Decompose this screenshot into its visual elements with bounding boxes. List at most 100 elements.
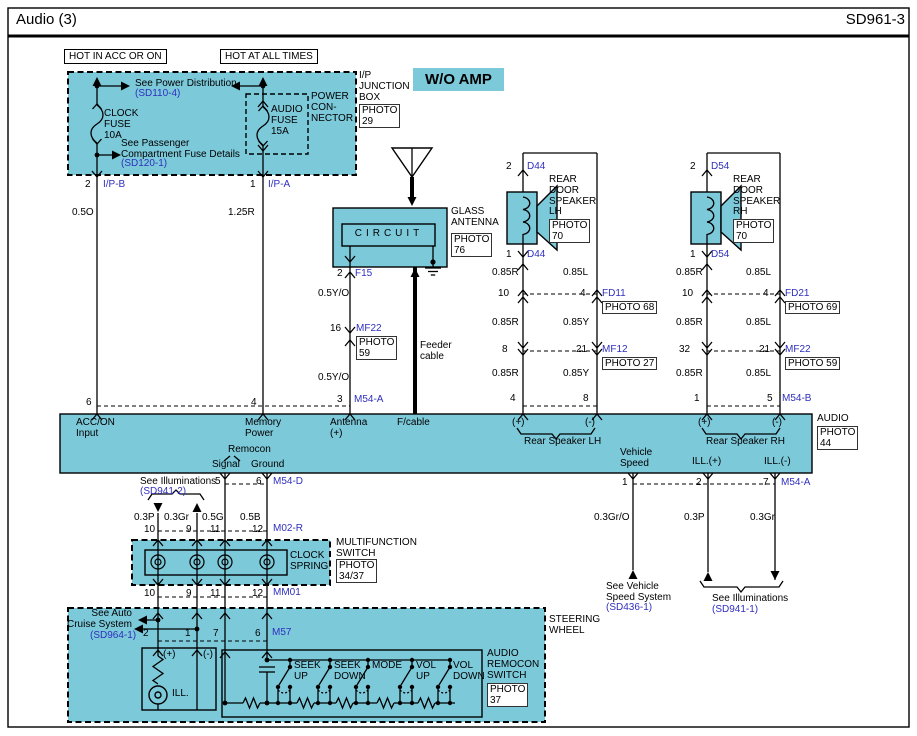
feeder-cable-label: Feeder cable (420, 340, 452, 362)
lower-right-graphics (628, 473, 784, 594)
pin-label: 9 (186, 588, 192, 599)
pin-label: 12 (252, 588, 264, 599)
pin-label: 6 (256, 476, 262, 487)
audio-remocon-switch-label: AUDIO REMOCON SWITCH (487, 648, 540, 681)
see-auto-cruise-label: See Auto Cruise System (66, 608, 132, 630)
ill-plus-label: ILL.(+) (692, 456, 722, 467)
photo-34-37-box: PHOTO 34/37 (336, 559, 378, 584)
pin-label: 32 (679, 344, 691, 355)
steering-wheel-label: STEERING WHEEL (549, 614, 601, 636)
plus-label: (+) (163, 649, 176, 660)
signal-label: Signal (212, 459, 240, 470)
wire-label: 0.3Gr/O (594, 512, 630, 523)
illum-brace (699, 580, 784, 594)
power-connector-label: POWER CON- NECTOR (311, 91, 354, 124)
pin-label: 8 (502, 344, 508, 355)
pin-label: 10 (682, 288, 694, 299)
pin-label: 5 (767, 393, 773, 404)
photo-59-box: PHOTO 59 (785, 357, 841, 371)
ill-minus-label: ILL.(-) (764, 456, 791, 467)
mode-label: MODE (372, 660, 402, 671)
page-code: SD961-3 (845, 11, 905, 28)
clock-fuse-label: CLOCK FUSE 10A (104, 108, 139, 141)
wire-label: 0.85Y (563, 317, 590, 328)
memory-power-label: Memory Power (245, 417, 282, 439)
ill-label: ILL. (172, 688, 189, 699)
see-auto-cruise-ref: (SD964-1) (90, 630, 137, 641)
pin-label: 2 (85, 179, 91, 190)
photo-27-box: PHOTO 27 (602, 357, 658, 371)
wire-label: 0.3Gr (164, 512, 190, 523)
pin-label: 11 (210, 524, 221, 535)
clock-spring-label: CLOCK SPRING (290, 550, 329, 572)
wire-label: 0.85L (746, 368, 772, 379)
pin-label: 1 (185, 628, 191, 639)
hot-acc-label: HOT IN ACC OR ON (64, 49, 167, 64)
speaker-lh-name: REAR DOOR SPEAKER LH (549, 174, 597, 218)
pin-label: 21 (576, 344, 588, 355)
connector-label: M57 (272, 627, 292, 638)
photo-69-box: PHOTO 69 (785, 301, 841, 315)
pin-label: 10 (144, 524, 156, 535)
wire-label: 0.85R (676, 267, 703, 278)
lh-minus-label: (-) (585, 417, 595, 428)
seek-up-label: SEEK UP (294, 660, 321, 682)
circuit-label: CIRCUIT (354, 228, 424, 239)
pin-label: 1 (250, 179, 256, 190)
pin-label: 6 (86, 397, 92, 408)
connector-label: MF22 (356, 323, 382, 334)
ip-junction-label: I/P JUNCTION BOX (359, 70, 410, 103)
remocon-label: Remocon (228, 444, 271, 455)
rear-speaker-lh-label: Rear Speaker LH (524, 436, 602, 447)
pin-label: 21 (759, 344, 771, 355)
see-illuminations-ref: (SD941-1) (712, 604, 759, 615)
wire-label: 0.85L (746, 317, 772, 328)
photo-70-box: PHOTO 70 (549, 219, 591, 244)
pin-label: 9 (186, 524, 192, 535)
pin-label: 1 (694, 393, 700, 404)
pin-label: 1 (506, 249, 512, 260)
wire-label: 0.85R (492, 368, 519, 379)
glass-antenna-label: GLASS ANTENNA (451, 206, 499, 228)
wire-label: 0.85L (563, 267, 589, 278)
pin-label: 10 (144, 588, 156, 599)
connector-label: M54-A (354, 394, 384, 405)
connector-label: D54 (711, 249, 730, 260)
wire-label: 0.85R (492, 267, 519, 278)
see-illuminations-ref: (SD941-2) (140, 486, 187, 497)
wire-label: 1.25R (228, 207, 255, 218)
pin-label: 16 (330, 323, 342, 334)
connector-label: I/P-A (268, 179, 291, 190)
see-power-distribution-ref: (SD110-4) (135, 88, 181, 99)
speaker-rh-name: REAR DOOR SPEAKER RH (733, 174, 781, 218)
pin-label: 3 (337, 394, 343, 405)
wire-label: 0.3P (134, 512, 155, 523)
pin-label: 8 (583, 393, 589, 404)
acc-on-input-label: ACC/ON Input (76, 417, 115, 439)
wire-label: 0.3P (684, 512, 705, 523)
hot-all-times-label: HOT AT ALL TIMES (220, 49, 318, 64)
pin-label: 2 (696, 477, 702, 488)
connector-label: M54-B (782, 393, 812, 404)
pin-label: 12 (252, 524, 264, 535)
wire-label: 0.5B (240, 512, 261, 523)
pin-label: 1 (690, 249, 696, 260)
connector-label: M54-D (273, 476, 304, 487)
connector-label: FD21 (785, 288, 810, 299)
pin-label: 4 (510, 393, 516, 404)
pin-label: 2 (690, 161, 696, 172)
connector-label: D54 (711, 161, 730, 172)
photo-70-box: PHOTO 70 (733, 219, 775, 244)
connector-label: D44 (527, 249, 546, 260)
pin-label: 2 (506, 161, 512, 172)
antenna-plus-label: Antenna (+) (330, 417, 368, 439)
fcable-label: F/cable (397, 417, 430, 428)
see-passenger-ref: (SD120-1) (121, 158, 168, 169)
photo-76-box: PHOTO 76 (451, 233, 493, 258)
wire-label: 0.5Y/O (318, 288, 350, 299)
connector-label: MF12 (602, 344, 628, 355)
pin-label: 5 (215, 476, 221, 487)
connector-label: FD11 (602, 288, 626, 299)
photo-59-box: PHOTO 59 (356, 336, 398, 361)
wire-label: 0.3Gr (750, 512, 776, 523)
